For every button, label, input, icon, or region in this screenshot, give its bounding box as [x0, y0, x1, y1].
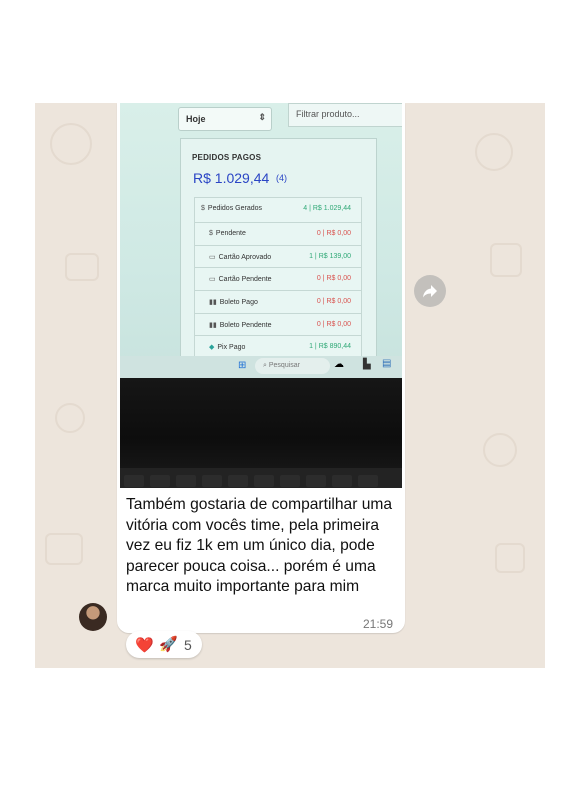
message-time: 21:59	[362, 617, 393, 631]
keyboard-key	[228, 475, 248, 487]
wallpaper-doodle	[483, 433, 517, 467]
wallpaper-doodle	[50, 123, 92, 165]
keyboard-key	[176, 475, 196, 487]
keyboard-key	[202, 475, 222, 487]
row-label: Pedidos Gerados	[207, 205, 262, 212]
reaction-count: 5	[184, 637, 192, 653]
row-label: Pendente	[215, 230, 246, 237]
card-icon: ▭	[209, 253, 216, 261]
taskbar-app-icon: ▙	[363, 359, 371, 370]
rocket-icon: 🚀	[159, 636, 178, 653]
table-row: ▮▮ Boleto Pago 0 | R$ 0,00	[194, 291, 362, 314]
card-title: PEDIDOS PAGOS	[192, 153, 262, 162]
keyboard-key	[124, 475, 144, 487]
row-value: 0 | R$ 0,00	[316, 275, 351, 283]
avatar[interactable]	[79, 603, 107, 631]
filter-product-input: Filtrar produto...	[288, 103, 402, 127]
table-row: ▮▮ Boleto Pendente 0 | R$ 0,00	[194, 313, 362, 337]
row-label: Cartão Pendente	[218, 276, 272, 284]
keyboard-key	[150, 475, 170, 487]
card-icon: ▭	[209, 276, 216, 284]
row-label: Cartão Aprovado	[218, 253, 272, 261]
taskbar-app-icon: ☁	[334, 359, 344, 370]
barcode-icon: ▮▮	[209, 299, 217, 307]
wallpaper-doodle	[45, 533, 83, 565]
barcode-icon: ▮▮	[209, 321, 217, 329]
wallpaper-doodle	[490, 243, 522, 277]
forward-button[interactable]	[414, 275, 446, 307]
row-label: Boleto Pendente	[219, 321, 272, 329]
table-row: ▭ Cartão Pendente 0 | R$ 0,00	[194, 268, 362, 292]
share-forward-icon	[423, 285, 437, 298]
wallpaper-doodle	[65, 253, 99, 281]
keyboard-key	[306, 475, 326, 487]
laptop-bezel	[120, 378, 402, 488]
message-text: Também gostaria de compartilhar uma vitó…	[126, 496, 393, 596]
photo-screen: Hoje ⇕ Filtrar produto... PEDIDOS PAGOS …	[120, 103, 402, 380]
wallpaper-doodle	[55, 403, 85, 433]
keyboard-key	[358, 475, 378, 487]
row-value: 0 | R$ 0,00	[316, 230, 351, 237]
row-value: 1 | R$ 890,44	[309, 343, 351, 351]
period-select: Hoje ⇕	[178, 107, 272, 131]
attached-photo[interactable]: Hoje ⇕ Filtrar produto... PEDIDOS PAGOS …	[120, 103, 402, 488]
windows-start-icon: ⊞	[238, 360, 247, 371]
keyboard-key	[332, 475, 352, 487]
wallpaper-doodle	[495, 543, 525, 573]
wallpaper-doodle	[475, 133, 513, 171]
row-value: 4 | R$ 1.029,44	[303, 205, 351, 212]
card-total: R$ 1.029,44	[193, 170, 270, 186]
select-arrows-icon: ⇕	[258, 112, 266, 122]
taskbar-search: ⌕ Pesquisar	[255, 358, 330, 374]
period-select-value: Hoje	[186, 114, 206, 124]
dollar-icon: $	[201, 205, 205, 212]
reactions-pill[interactable]: ❤️ 🚀 5	[126, 631, 202, 658]
table-row: $ Pedidos Gerados 4 | R$ 1.029,44	[194, 197, 362, 223]
row-value: 0 | R$ 0,00	[316, 320, 351, 328]
message-bubble[interactable]: Hoje ⇕ Filtrar produto... PEDIDOS PAGOS …	[117, 103, 405, 633]
orders-table: $ Pedidos Gerados 4 | R$ 1.029,44 $ Penden…	[194, 197, 362, 360]
taskbar-app-icon: ▤	[382, 358, 392, 369]
paid-orders-card: PEDIDOS PAGOS R$ 1.029,44 (4) $ Pedidos G…	[180, 138, 377, 380]
row-label: Pix Pago	[217, 344, 246, 352]
row-label: Boleto Pago	[219, 299, 258, 307]
table-row: $ Pendente 0 | R$ 0,00	[194, 223, 362, 246]
keyboard-key	[280, 475, 300, 487]
dollar-icon: $	[209, 230, 213, 237]
table-row: ▭ Cartão Aprovado 1 | R$ 139,00	[194, 245, 362, 269]
heart-icon: ❤️	[135, 637, 154, 654]
pix-icon: ◆	[209, 344, 215, 352]
row-value: 1 | R$ 139,00	[309, 252, 351, 260]
taskbar-search-label: Pesquisar	[268, 362, 301, 369]
keyboard-key	[254, 475, 274, 487]
row-value: 0 | R$ 0,00	[316, 298, 351, 306]
card-count: (4)	[276, 173, 287, 183]
